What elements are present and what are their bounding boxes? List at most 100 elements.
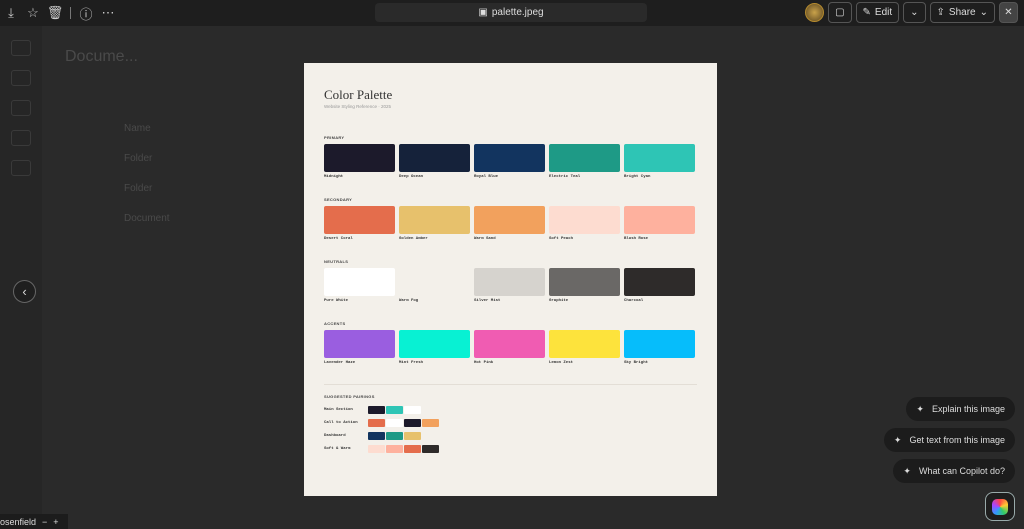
share-button[interactable]: ⇪ Share ⌄ — [929, 2, 995, 23]
edit-button[interactable]: ✎ Edit — [855, 2, 900, 23]
swatch-name: Warm Fog — [399, 299, 419, 303]
minus-icon[interactable]: − — [42, 517, 47, 527]
color-swatch: Bright Cyan — [624, 144, 695, 188]
comment-button[interactable]: ▢ — [828, 2, 852, 23]
pairings-heading: SUGGESTED PAIRINGS — [324, 394, 375, 399]
close-icon: ✕ — [1004, 7, 1013, 18]
sparkle-icon: ✦ — [893, 434, 902, 445]
explain-image-button[interactable]: ✦ Explain this image — [906, 397, 1015, 421]
copilot-help-label: What can Copilot do? — [918, 466, 1005, 476]
plus-icon[interactable]: + — [53, 517, 58, 527]
swatch-color — [474, 144, 545, 172]
pairing-name: Call to Action — [324, 420, 358, 425]
swatch-color — [474, 268, 545, 296]
share-icon: ⇪ — [936, 7, 945, 18]
swatch-name: Sky Bright — [624, 361, 649, 365]
pairing-swatch — [422, 418, 439, 427]
comment-icon: ▢ — [835, 7, 845, 18]
background-title: Docume... — [65, 48, 138, 65]
divider — [70, 7, 71, 19]
swatch-name: Blush Rose — [624, 237, 649, 241]
filename-display: ▣ palette.jpeg — [375, 3, 647, 22]
pairing-name: Dashboard — [324, 433, 346, 438]
swatch-color — [549, 206, 620, 234]
app-rail — [0, 26, 42, 529]
close-button[interactable]: ✕ — [999, 2, 1018, 23]
pairing-swatch — [386, 418, 403, 427]
color-swatch: Desert Coral — [324, 206, 395, 250]
palette-image: Color Palette Website Styling Reference … — [304, 63, 717, 496]
edit-dropdown[interactable]: ⌄ — [903, 2, 926, 23]
share-label: Share — [948, 7, 976, 18]
color-swatch: Deep Ocean — [399, 144, 470, 188]
swatch-color — [549, 330, 620, 358]
color-swatch: Mint Fresh — [399, 330, 470, 374]
chevron-down-icon: ⌄ — [979, 7, 988, 18]
color-swatch: Electric Teal — [549, 144, 620, 188]
pairing-name: Soft & Warm — [324, 446, 351, 451]
swatch-name: Deep Ocean — [399, 175, 424, 179]
swatch-name: Graphite — [549, 299, 569, 303]
swatch-color — [624, 330, 695, 358]
pairing-row: Soft & Warm — [324, 442, 697, 455]
trash-icon[interactable]: 🗑 — [44, 2, 66, 24]
palette-note — [324, 121, 697, 126]
star-icon[interactable]: ☆ — [22, 2, 44, 24]
get-text-button[interactable]: ✦ Get text from this image — [883, 428, 1015, 452]
pairing-swatch — [404, 444, 421, 453]
background-row: Name — [124, 123, 151, 134]
info-icon[interactable]: ⓘ — [75, 2, 97, 24]
swatch-color — [399, 268, 470, 296]
swatch-color — [399, 206, 470, 234]
swatch-name: Electric Teal — [549, 175, 581, 179]
swatch-color — [624, 268, 695, 296]
pairing-swatch — [422, 444, 439, 453]
color-swatch: Warm Fog — [399, 268, 470, 312]
background-row: Folder — [124, 153, 153, 164]
more-icon[interactable]: ⋯ — [97, 2, 119, 24]
avatar[interactable] — [805, 3, 825, 22]
swatch-name: Lemon Zest — [549, 361, 574, 365]
user-bar: osenfield − + — [0, 514, 68, 529]
edit-label: Edit — [874, 7, 893, 18]
pairing-name: Main Section — [324, 407, 353, 412]
user-name: osenfield — [0, 516, 37, 527]
swatch-color — [624, 144, 695, 172]
pairing-row: Dashboard — [324, 429, 697, 442]
background-row: Document — [124, 213, 170, 224]
color-swatch: Hot Pink — [474, 330, 545, 374]
copilot-button[interactable] — [985, 492, 1015, 521]
swatch-color — [474, 206, 545, 234]
filename: palette.jpeg — [491, 7, 544, 18]
palette-subtitle: Website Styling Reference · 2025 — [324, 104, 391, 109]
swatch-color — [324, 144, 395, 172]
swatch-color — [624, 206, 695, 234]
viewer-toolbar: ⤓ ☆ 🗑 ⓘ ⋯ ▣ palette.jpeg ▢ ✎ Edit ⌄ ⇪ Share… — [0, 0, 1024, 26]
color-swatch: Graphite — [549, 268, 620, 312]
color-swatch: Soft Peach — [549, 206, 620, 250]
copilot-help-button[interactable]: ✦ What can Copilot do? — [893, 459, 1015, 483]
swatch-color — [474, 330, 545, 358]
pairing-swatch — [404, 431, 421, 440]
section-heading: NEUTRALS — [324, 259, 349, 264]
swatch-name: Midnight — [324, 175, 344, 179]
explain-label: Explain this image — [931, 404, 1005, 414]
background-row: Folder — [124, 183, 153, 194]
pairing-swatch — [386, 431, 403, 440]
swatch-color — [549, 268, 620, 296]
chevron-left-icon: ‹ — [22, 284, 27, 299]
swatch-name: Golden Amber — [399, 237, 428, 241]
swatch-name: Lavender Haze — [324, 361, 356, 365]
color-swatch: Royal Blue — [474, 144, 545, 188]
swatch-name: Warm Sand — [474, 237, 496, 241]
color-swatch: Lavender Haze — [324, 330, 395, 374]
swatch-name: Mint Fresh — [399, 361, 424, 365]
chevron-down-icon: ⌄ — [910, 7, 919, 18]
download-icon[interactable]: ⤓ — [0, 2, 22, 24]
color-swatch: Golden Amber — [399, 206, 470, 250]
swatch-color — [399, 144, 470, 172]
pencil-icon: ✎ — [862, 7, 871, 18]
previous-image-button[interactable]: ‹ — [13, 280, 36, 303]
pairing-swatch — [368, 444, 385, 453]
swatch-name: Soft Peach — [549, 237, 574, 241]
